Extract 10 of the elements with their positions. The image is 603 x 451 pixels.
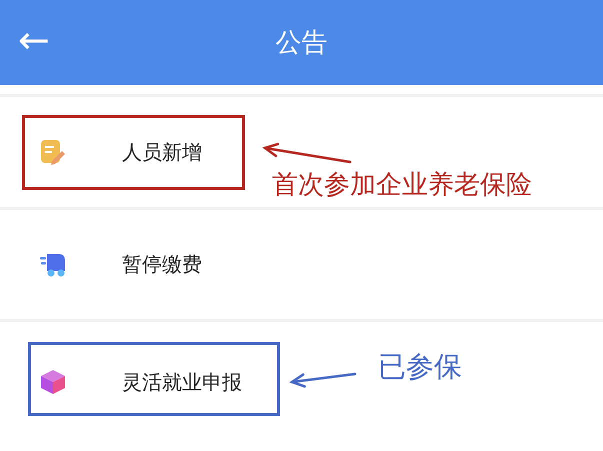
annotation-note: 首次参加企业养老保险 — [272, 170, 532, 202]
note-pencil-icon — [41, 139, 65, 165]
truck-icon — [40, 252, 66, 278]
page-title: 公告 — [276, 27, 328, 60]
arrow — [289, 372, 356, 388]
menu-item[interactable]: 暂停缴费 — [0, 210, 262, 319]
menu-item[interactable]: 人员新增 — [0, 97, 262, 207]
annotation-note: 已参保 — [378, 350, 462, 384]
menu-item[interactable]: 灵活就业申报 — [0, 322, 262, 442]
cube-icon — [40, 369, 66, 395]
